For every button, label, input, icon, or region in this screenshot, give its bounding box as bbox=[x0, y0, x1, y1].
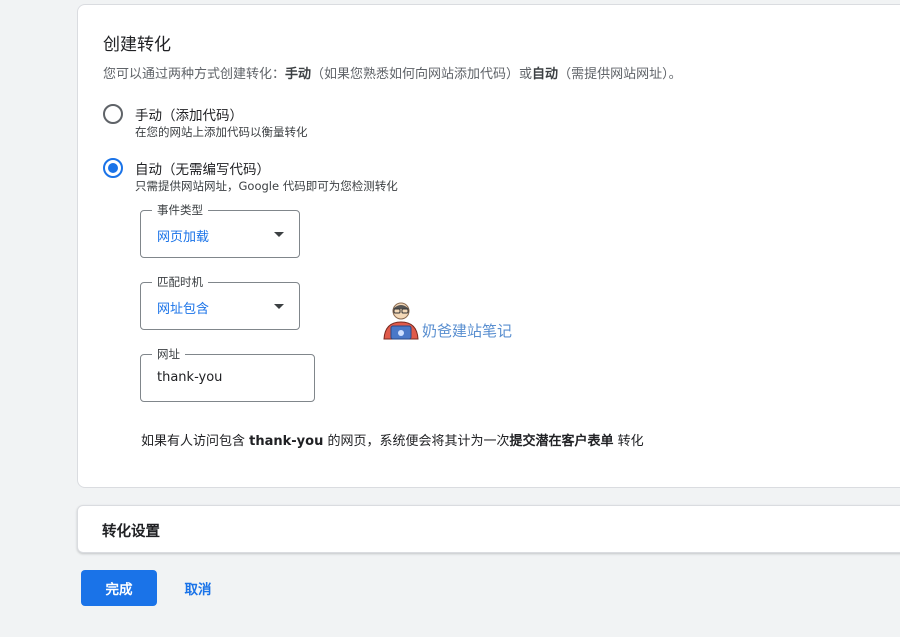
radio-manual-label: 手动（添加代码） bbox=[135, 108, 243, 124]
watermark-text: 奶爸建站笔记 bbox=[422, 322, 513, 340]
event-type-select[interactable]: 事件类型 网页加载 bbox=[140, 202, 300, 258]
match-timing-select[interactable]: 匹配时机 网址包含 bbox=[140, 274, 300, 330]
dropdown-arrow-icon bbox=[274, 232, 284, 237]
match-timing-value: 网址包含 bbox=[157, 302, 210, 317]
desc-prefix: 您可以通过两种方式创建转化： bbox=[103, 67, 286, 82]
settings-title: 转化设置 bbox=[102, 524, 160, 540]
watermark-logo-icon bbox=[383, 302, 419, 340]
url-label: 网址 bbox=[152, 346, 185, 362]
radio-manual[interactable] bbox=[103, 104, 123, 124]
cancel-button[interactable]: 取消 bbox=[170, 570, 226, 606]
summary-prefix: 如果有人访问包含 bbox=[141, 434, 250, 449]
radio-auto-sub: 只需提供网站网址，Google 代码即可为您检测转化 bbox=[135, 179, 398, 193]
done-button[interactable]: 完成 bbox=[81, 570, 157, 606]
card-description: 您可以通过两种方式创建转化：手动（如果您熟悉如何向网站添加代码）或自动（需提供网… bbox=[103, 63, 682, 82]
event-type-value: 网页加载 bbox=[157, 230, 210, 245]
card-title: 创建转化 bbox=[103, 35, 171, 55]
summary-middle: 的网页，系统便会将其计为一次 bbox=[323, 434, 510, 449]
radio-auto-label: 自动（无需编写代码） bbox=[135, 162, 270, 178]
watermark: 奶爸建站笔记 bbox=[381, 298, 531, 343]
url-value[interactable]: thank-you bbox=[157, 370, 222, 385]
conversion-settings-panel[interactable]: 转化设置 bbox=[77, 505, 900, 553]
summary-url: thank-you bbox=[249, 434, 324, 449]
desc-manual-note: （如果您熟悉如何向网站添加代码）或 bbox=[311, 67, 533, 82]
dropdown-arrow-icon bbox=[274, 304, 284, 309]
radio-option-manual[interactable]: 手动（添加代码） 在您的网站上添加代码以衡量转化 bbox=[103, 104, 443, 144]
desc-auto: 自动 bbox=[532, 67, 559, 82]
desc-auto-note: （需提供网站网址）。 bbox=[558, 67, 682, 82]
summary-suffix: 转化 bbox=[613, 434, 644, 449]
url-input[interactable]: 网址 thank-you bbox=[140, 346, 315, 402]
event-type-label: 事件类型 bbox=[152, 202, 208, 218]
desc-manual: 手动 bbox=[285, 67, 312, 82]
radio-manual-sub: 在您的网站上添加代码以衡量转化 bbox=[135, 125, 308, 139]
create-conversion-card: 创建转化 您可以通过两种方式创建转化：手动（如果您熟悉如何向网站添加代码）或自动… bbox=[77, 4, 900, 488]
summary-conversion-type: 提交潜在客户表单 bbox=[509, 434, 614, 449]
page: 创建转化 您可以通过两种方式创建转化：手动（如果您熟悉如何向网站添加代码）或自动… bbox=[0, 0, 900, 637]
radio-auto[interactable] bbox=[103, 158, 123, 178]
radio-option-auto[interactable]: 自动（无需编写代码） 只需提供网站网址，Google 代码即可为您检测转化 bbox=[103, 158, 443, 198]
conversion-summary: 如果有人访问包含 thank-you 的网页，系统便会将其计为一次提交潜在客户表… bbox=[141, 430, 644, 449]
match-timing-label: 匹配时机 bbox=[152, 274, 208, 290]
